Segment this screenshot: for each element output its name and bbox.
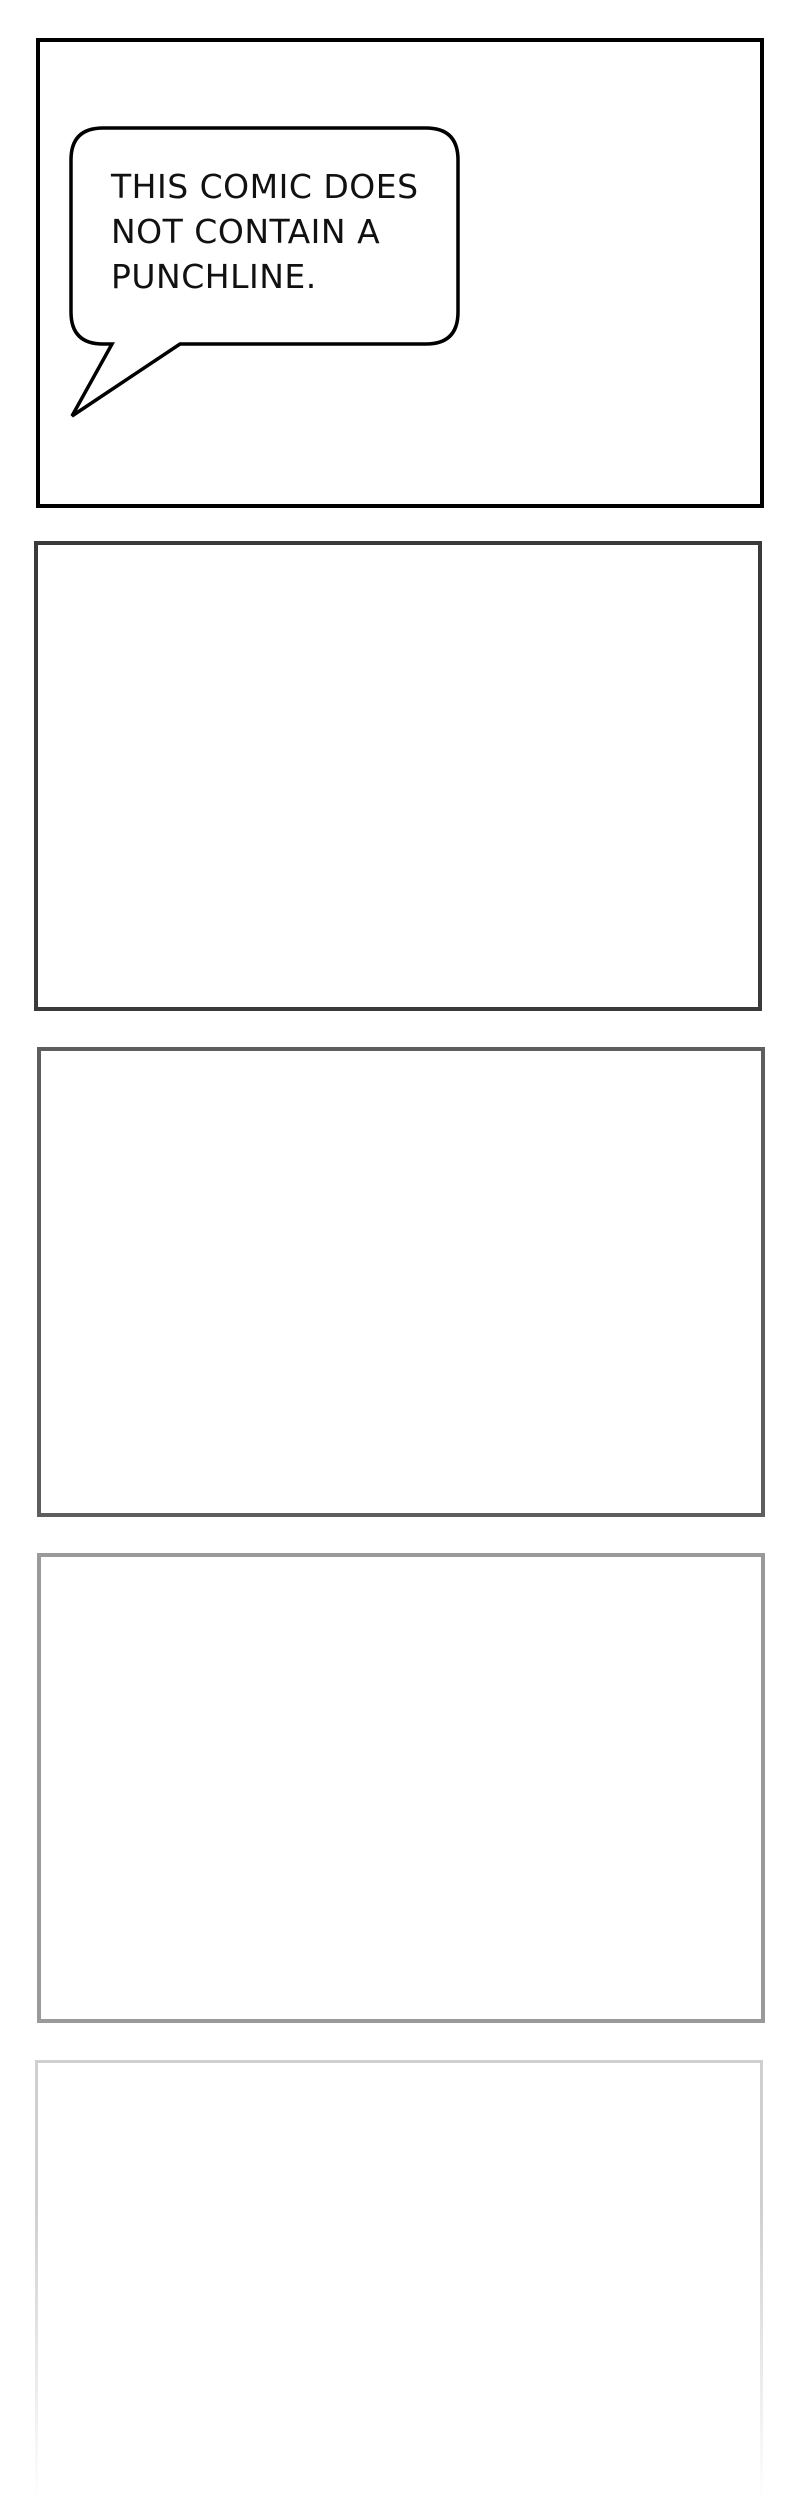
speech-line-3: PUNCHLINE. (111, 257, 317, 296)
comic-panel-3 (37, 1047, 765, 1517)
comic-panel-5 (32, 2060, 766, 2502)
speech-line-1: THIS COMIC DOES (111, 167, 419, 206)
speech-bubble-text: THIS COMIC DOES NOT CONTAIN A PUNCHLINE. (111, 164, 431, 299)
comic-panel-2 (34, 541, 762, 1011)
speech-line-2: NOT CONTAIN A (111, 212, 381, 251)
fade-out-mask (32, 2202, 766, 2502)
comic-panel-4 (37, 1553, 765, 2023)
